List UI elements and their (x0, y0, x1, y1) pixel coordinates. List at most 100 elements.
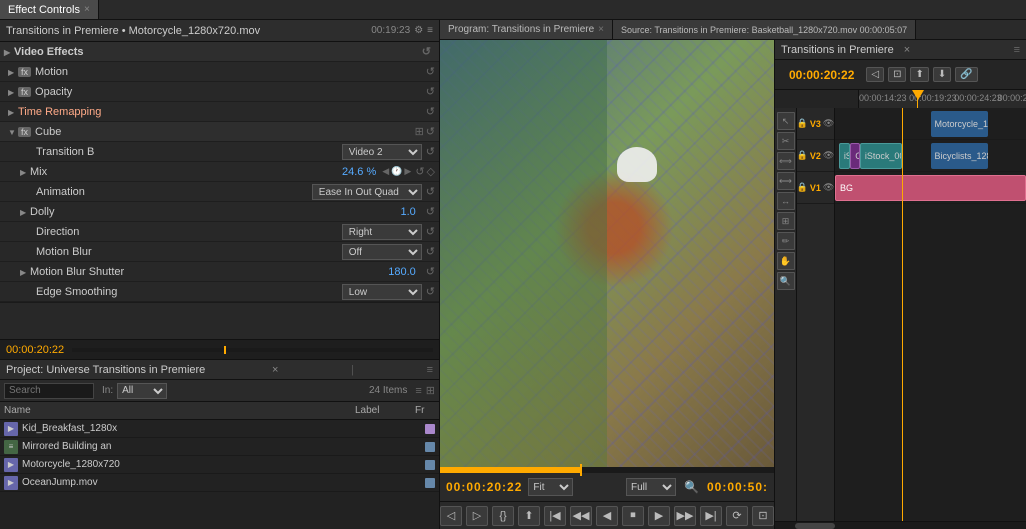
istock-clip[interactable]: iStock_0000 (860, 143, 902, 169)
direction-select[interactable]: Right (342, 224, 422, 240)
transition-b-reset-icon[interactable]: ↺ (426, 145, 435, 158)
transition-b-select[interactable]: Video 2 (342, 144, 422, 160)
motion-blur-reset-icon[interactable]: ↺ (426, 245, 435, 258)
v3-eye-icon[interactable]: 👁 (823, 118, 834, 129)
cube-settings-icon[interactable]: ⊞ (415, 125, 424, 138)
safe-btn[interactable]: ⊡ (752, 506, 774, 526)
motion-reset-icon[interactable]: ↺ (426, 65, 435, 78)
tl-lift-btn[interactable]: ⬆ (910, 67, 928, 82)
dolly-expand-icon[interactable]: ▶ (20, 208, 28, 216)
mix-left-icon[interactable]: ◀ (382, 166, 389, 177)
cube-reset-icon[interactable]: ↺ (426, 125, 435, 138)
effect-controls-close-btn[interactable]: × (84, 4, 90, 15)
shutter-reset-icon[interactable]: ↺ (426, 265, 435, 278)
source-monitor-tab[interactable]: Source: Transitions in Premiere: Basketb… (613, 20, 916, 39)
ruler-mark-1: 00:00:14:23 (859, 93, 907, 103)
in-select[interactable]: All (117, 383, 167, 399)
slide-tool-btn[interactable]: ⊞ (777, 212, 795, 230)
time-remap-reset-icon[interactable]: ↺ (426, 105, 435, 118)
monitor-progress-bar[interactable] (440, 467, 774, 473)
shutter-value[interactable]: 180.0 (376, 266, 416, 278)
v2-lock-icon[interactable]: 🔒 (797, 150, 808, 161)
hand-tool-btn[interactable]: ✋ (777, 252, 795, 270)
bicyclists-clip-label: Bicyclists_1280x720.mo (935, 151, 988, 161)
tl-extract-btn[interactable]: ⬇ (933, 67, 951, 82)
shutter-expand-icon[interactable]: ▶ (20, 268, 28, 276)
direction-reset-icon[interactable]: ↺ (426, 225, 435, 238)
mix-expand-icon[interactable]: ▶ (20, 168, 28, 176)
effect-controls-tab[interactable]: Effect Controls × (0, 0, 99, 19)
bg-clip[interactable]: BG (835, 175, 1026, 201)
pen-tool-btn[interactable]: ✏ (777, 232, 795, 250)
zoom-btn[interactable]: 🔍 (682, 478, 701, 496)
mark-in-btn[interactable]: ◁ (440, 506, 462, 526)
mix-right-icon[interactable]: ▶ (404, 166, 411, 177)
motorcycle-clip[interactable]: Motorcycle_1280x720.mov (931, 111, 988, 137)
roll-tool-btn[interactable]: ⟷ (777, 172, 795, 190)
tl-snap-btn[interactable]: 🔗 (955, 67, 977, 82)
mix-keyframe-icon[interactable]: ◇ (427, 165, 435, 178)
slip-tool-btn[interactable]: ↔ (777, 192, 795, 210)
rewind-btn[interactable]: ◀ (596, 506, 618, 526)
tl-marker-btn[interactable]: ◁ (866, 67, 884, 82)
timeline-menu-icon[interactable]: ≡ (1014, 44, 1020, 56)
select-tool-btn[interactable]: ↖ (777, 112, 795, 130)
menu-icon[interactable]: ≡ (427, 25, 433, 36)
mark-out-btn[interactable]: ▷ (466, 506, 488, 526)
motion-collapse-icon[interactable]: ▶ (8, 68, 16, 76)
fit-select[interactable]: Fit (528, 478, 573, 496)
reset-icon[interactable]: ↺ (422, 45, 431, 58)
motion-blur-select[interactable]: Off (342, 244, 422, 260)
mix-value[interactable]: 24.6 % (336, 166, 376, 178)
project-search-input[interactable] (4, 383, 94, 399)
timeline-close-btn[interactable]: × (904, 44, 910, 56)
list-item[interactable]: ▶ Kid_Breakfast_1280x (0, 420, 439, 438)
extract-btn[interactable]: {} (492, 506, 514, 526)
scroll-thumb[interactable] (795, 523, 835, 529)
menu-icon-project[interactable]: ≡ (427, 364, 433, 376)
isto-clip[interactable]: iSto (839, 143, 850, 169)
razor-tool-btn[interactable]: ✂ (777, 132, 795, 150)
collapse-icon[interactable]: ▶ (4, 48, 12, 56)
list-item[interactable]: ▶ OceanJump.mov (0, 474, 439, 492)
animation-reset-icon[interactable]: ↺ (426, 185, 435, 198)
loop-btn[interactable]: ⟳ (726, 506, 748, 526)
project-close-btn[interactable]: × (272, 364, 278, 376)
stop-btn[interactable]: ⏹ (622, 506, 644, 526)
step-back-btn[interactable]: |◀ (544, 506, 566, 526)
v1-lock-icon[interactable]: 🔒 (797, 182, 808, 193)
ripple-tool-btn[interactable]: ⟺ (777, 152, 795, 170)
list-item[interactable]: ▶ Motorcycle_1280x720 (0, 456, 439, 474)
opacity-reset-icon[interactable]: ↺ (426, 85, 435, 98)
settings-icon[interactable]: ⚙ (414, 25, 423, 36)
edge-smoothing-select[interactable]: Low (342, 284, 422, 300)
bicyclists-clip[interactable]: Bicyclists_1280x720.mo (931, 143, 988, 169)
play-btn[interactable]: ▶ (648, 506, 670, 526)
list-item[interactable]: ≡ Mirrored Building an (0, 438, 439, 456)
animation-select[interactable]: Ease In Out Quad (312, 184, 422, 200)
list-view-icon[interactable]: ≡ (415, 385, 421, 397)
program-monitor-tab[interactable]: Program: Transitions in Premiere × (440, 20, 613, 39)
mix-reset-icon[interactable]: ↺ (415, 165, 424, 178)
mix-stopwatch-icon[interactable]: 🕐 (391, 166, 402, 177)
edge-smoothing-reset-icon[interactable]: ↺ (426, 285, 435, 298)
program-monitor-close-btn[interactable]: × (598, 24, 604, 35)
cube-collapse-icon[interactable]: ▼ (8, 128, 16, 136)
time-remap-collapse-icon[interactable]: ▶ (8, 108, 16, 116)
v2-eye-icon[interactable]: 👁 (823, 150, 834, 161)
dolly-value[interactable]: 1.0 (376, 206, 416, 218)
tl-razor-btn[interactable]: ⊡ (888, 67, 906, 82)
dolly-reset-icon[interactable]: ↺ (426, 205, 435, 218)
prev-frame-btn[interactable]: ◀◀ (570, 506, 592, 526)
quality-select[interactable]: Full (626, 478, 676, 496)
cube-clip[interactable]: Cube (850, 143, 860, 169)
v3-lock-icon[interactable]: 🔒 (797, 118, 808, 129)
lift-btn[interactable]: ⬆ (518, 506, 540, 526)
ffwd-btn[interactable]: ▶▶ (674, 506, 696, 526)
v1-eye-icon[interactable]: 👁 (823, 182, 834, 193)
zoom-tool-btn[interactable]: 🔍 (777, 272, 795, 290)
horizontal-scrollbar[interactable] (775, 521, 1026, 529)
step-fwd-btn[interactable]: ▶| (700, 506, 722, 526)
opacity-collapse-icon[interactable]: ▶ (8, 88, 16, 96)
icon-view-icon[interactable]: ⊞ (426, 384, 435, 397)
